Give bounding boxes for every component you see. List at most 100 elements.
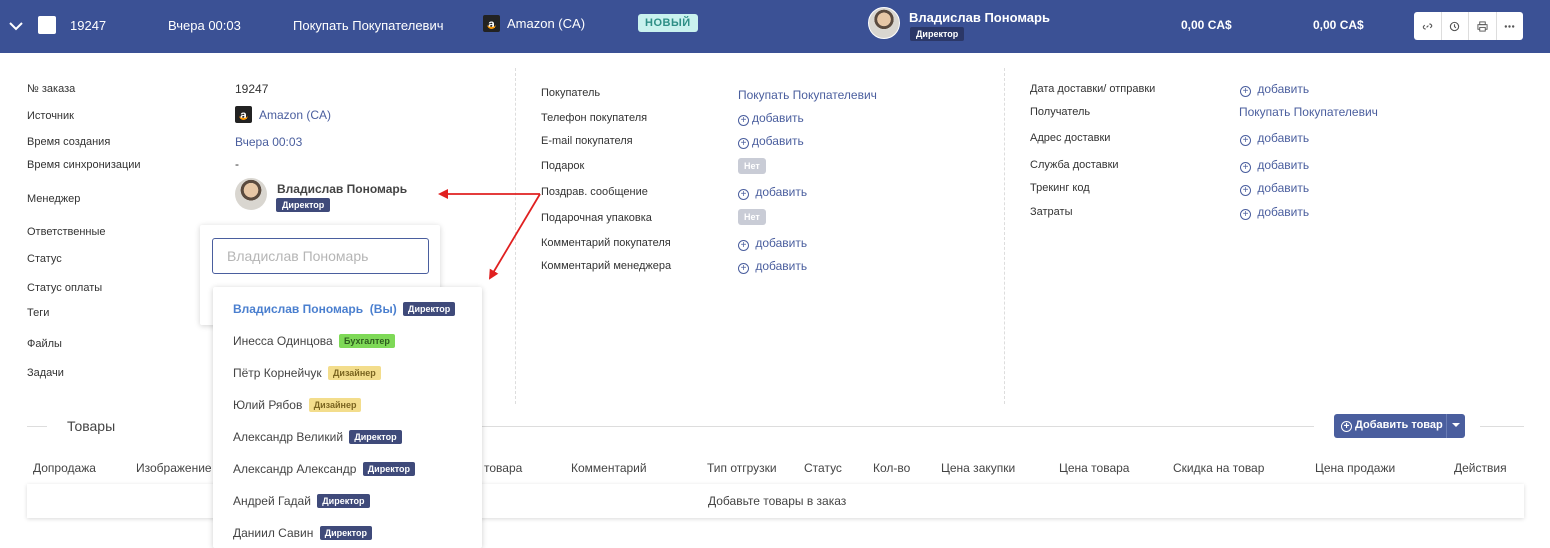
- divider: [515, 68, 516, 404]
- column-header[interactable]: Скидка на товар: [1173, 461, 1264, 475]
- column-header[interactable]: товара: [484, 461, 522, 475]
- manager-option[interactable]: Пётр Корнейчук Дизайнер: [233, 366, 381, 380]
- plus-circle-icon: +: [738, 115, 749, 126]
- column-header[interactable]: Изображение: [136, 461, 212, 475]
- add-label: добавить: [1257, 82, 1310, 96]
- label-status: Статус: [27, 253, 62, 265]
- column-header[interactable]: Цена товара: [1059, 461, 1129, 475]
- amazon-icon: a: [235, 106, 252, 123]
- more-icon[interactable]: [1497, 12, 1524, 40]
- add-label: добавить: [755, 236, 808, 250]
- column-header[interactable]: Тип отгрузки: [707, 461, 777, 475]
- gift-wrap-toggle[interactable]: Нет: [738, 209, 766, 225]
- manager-search-input[interactable]: [212, 238, 429, 274]
- label-delivery-date: Дата доставки/ отправки: [1030, 83, 1156, 95]
- add-goods-button[interactable]: + Добавить товар: [1334, 414, 1465, 438]
- source-link-label: Amazon (CA): [259, 107, 332, 122]
- label-gift-wrap: Подарочная упаковка: [541, 212, 652, 224]
- amount-total: 0,00 CA$: [1181, 18, 1232, 32]
- role-badge: Дизайнер: [308, 398, 362, 412]
- label-buyer: Покупатель: [541, 87, 601, 99]
- label-files: Файлы: [27, 338, 62, 350]
- label-responsible: Ответственные: [27, 226, 106, 238]
- label-greeting: Поздрав. сообщение: [541, 186, 648, 198]
- column-header[interactable]: Цена закупки: [941, 461, 1015, 475]
- column-header[interactable]: Комментарий: [571, 461, 647, 475]
- option-name: Юлий Рябов: [233, 398, 303, 412]
- label-email: E-mail покупателя: [541, 135, 633, 147]
- manager-dropdown: Владислав Пономарь (Вы) Директор Инесса …: [213, 287, 482, 548]
- manager-name[interactable]: Владислав Пономарь: [277, 182, 407, 196]
- column-header[interactable]: Цена продажи: [1315, 461, 1395, 475]
- add-service-button[interactable]: + добавить: [1240, 158, 1309, 173]
- manager-option[interactable]: Александр Александр Директор: [233, 462, 416, 476]
- add-manager-comment-button[interactable]: + добавить: [738, 259, 807, 274]
- column-header[interactable]: Допродажа: [33, 461, 96, 475]
- role-badge: Директор: [362, 462, 416, 476]
- source-link[interactable]: a Amazon (CA): [235, 106, 331, 123]
- history-icon[interactable]: [1442, 12, 1469, 40]
- label-payment-status: Статус оплаты: [27, 282, 103, 294]
- add-phone-button[interactable]: + добавить: [738, 111, 804, 126]
- label-manager: Менеджер: [27, 193, 81, 205]
- divider: [1480, 426, 1524, 427]
- column-header[interactable]: Действия: [1454, 461, 1507, 475]
- gift-toggle[interactable]: Нет: [738, 158, 766, 174]
- label-sync: Время синхронизации: [27, 159, 141, 171]
- column-header[interactable]: Кол-во: [873, 461, 910, 475]
- plus-circle-icon: +: [1240, 86, 1251, 97]
- manager-option[interactable]: Юлий Рябов Дизайнер: [233, 398, 362, 412]
- plus-circle-icon: +: [738, 240, 749, 251]
- manager-option[interactable]: Инесса Одинцова Бухгалтер: [233, 334, 395, 348]
- chevron-down-icon[interactable]: [8, 18, 24, 34]
- recipient-link[interactable]: Покупать Покупателевич: [1239, 105, 1378, 119]
- empty-goods-text: Добавьте товары в заказ: [708, 494, 847, 508]
- add-buyer-comment-button[interactable]: + добавить: [738, 236, 807, 251]
- add-label: добавить: [755, 259, 808, 273]
- add-greeting-button[interactable]: + добавить: [738, 185, 807, 200]
- role-badge: Бухгалтер: [339, 334, 395, 348]
- manager-role-badge: Директор: [910, 27, 965, 41]
- caret-down-icon[interactable]: [1452, 423, 1460, 427]
- sync-value: -: [235, 157, 239, 171]
- role-badge: Директор: [319, 526, 372, 540]
- goods-title: Товары: [67, 418, 116, 434]
- select-checkbox[interactable]: [38, 16, 56, 34]
- role-badge: Директор: [317, 494, 370, 508]
- add-goods-main[interactable]: + Добавить товар: [1341, 419, 1443, 432]
- option-name: Даниил Савин: [233, 526, 314, 540]
- amazon-icon: a: [483, 15, 500, 32]
- add-label: добавить: [752, 134, 804, 148]
- add-email-button[interactable]: + добавить: [738, 134, 804, 149]
- avatar: [868, 7, 900, 39]
- created-link[interactable]: Вчера 00:03: [235, 135, 302, 149]
- manager-option[interactable]: Владислав Пономарь (Вы) Директор: [233, 302, 456, 316]
- manager-option[interactable]: Александр Великий Директор: [233, 430, 402, 444]
- label-tags: Теги: [27, 307, 50, 319]
- add-label: добавить: [1257, 205, 1310, 219]
- label-buyer-comment: Комментарий покупателя: [541, 237, 671, 249]
- add-label: добавить: [1257, 131, 1310, 145]
- label-tasks: Задачи: [27, 367, 64, 379]
- manager-option[interactable]: Даниил Савин Директор: [233, 526, 372, 540]
- add-delivery-date-button[interactable]: + добавить: [1240, 82, 1309, 97]
- print-icon[interactable]: [1469, 12, 1497, 40]
- column-header[interactable]: Статус: [804, 461, 842, 475]
- add-address-button[interactable]: + добавить: [1240, 131, 1309, 146]
- label-tracking: Трекинг код: [1030, 182, 1090, 194]
- plus-circle-icon: +: [1240, 135, 1251, 146]
- manager-option[interactable]: Андрей Гадай Директор: [233, 494, 370, 508]
- plus-circle-icon: +: [1341, 421, 1352, 432]
- link-icon[interactable]: [1414, 12, 1442, 40]
- plus-circle-icon: +: [738, 189, 749, 200]
- label-costs: Затраты: [1030, 206, 1073, 218]
- option-name: Александр Александр: [233, 462, 357, 476]
- buyer-link[interactable]: Покупать Покупателевич: [738, 88, 877, 102]
- add-label: добавить: [752, 111, 804, 125]
- add-label: добавить: [1257, 158, 1310, 172]
- add-costs-button[interactable]: + добавить: [1240, 205, 1309, 220]
- status-badge: НОВЫЙ: [638, 14, 698, 32]
- label-order-no: № заказа: [27, 83, 76, 95]
- label-created: Время создания: [27, 136, 111, 148]
- add-tracking-button[interactable]: + добавить: [1240, 181, 1309, 196]
